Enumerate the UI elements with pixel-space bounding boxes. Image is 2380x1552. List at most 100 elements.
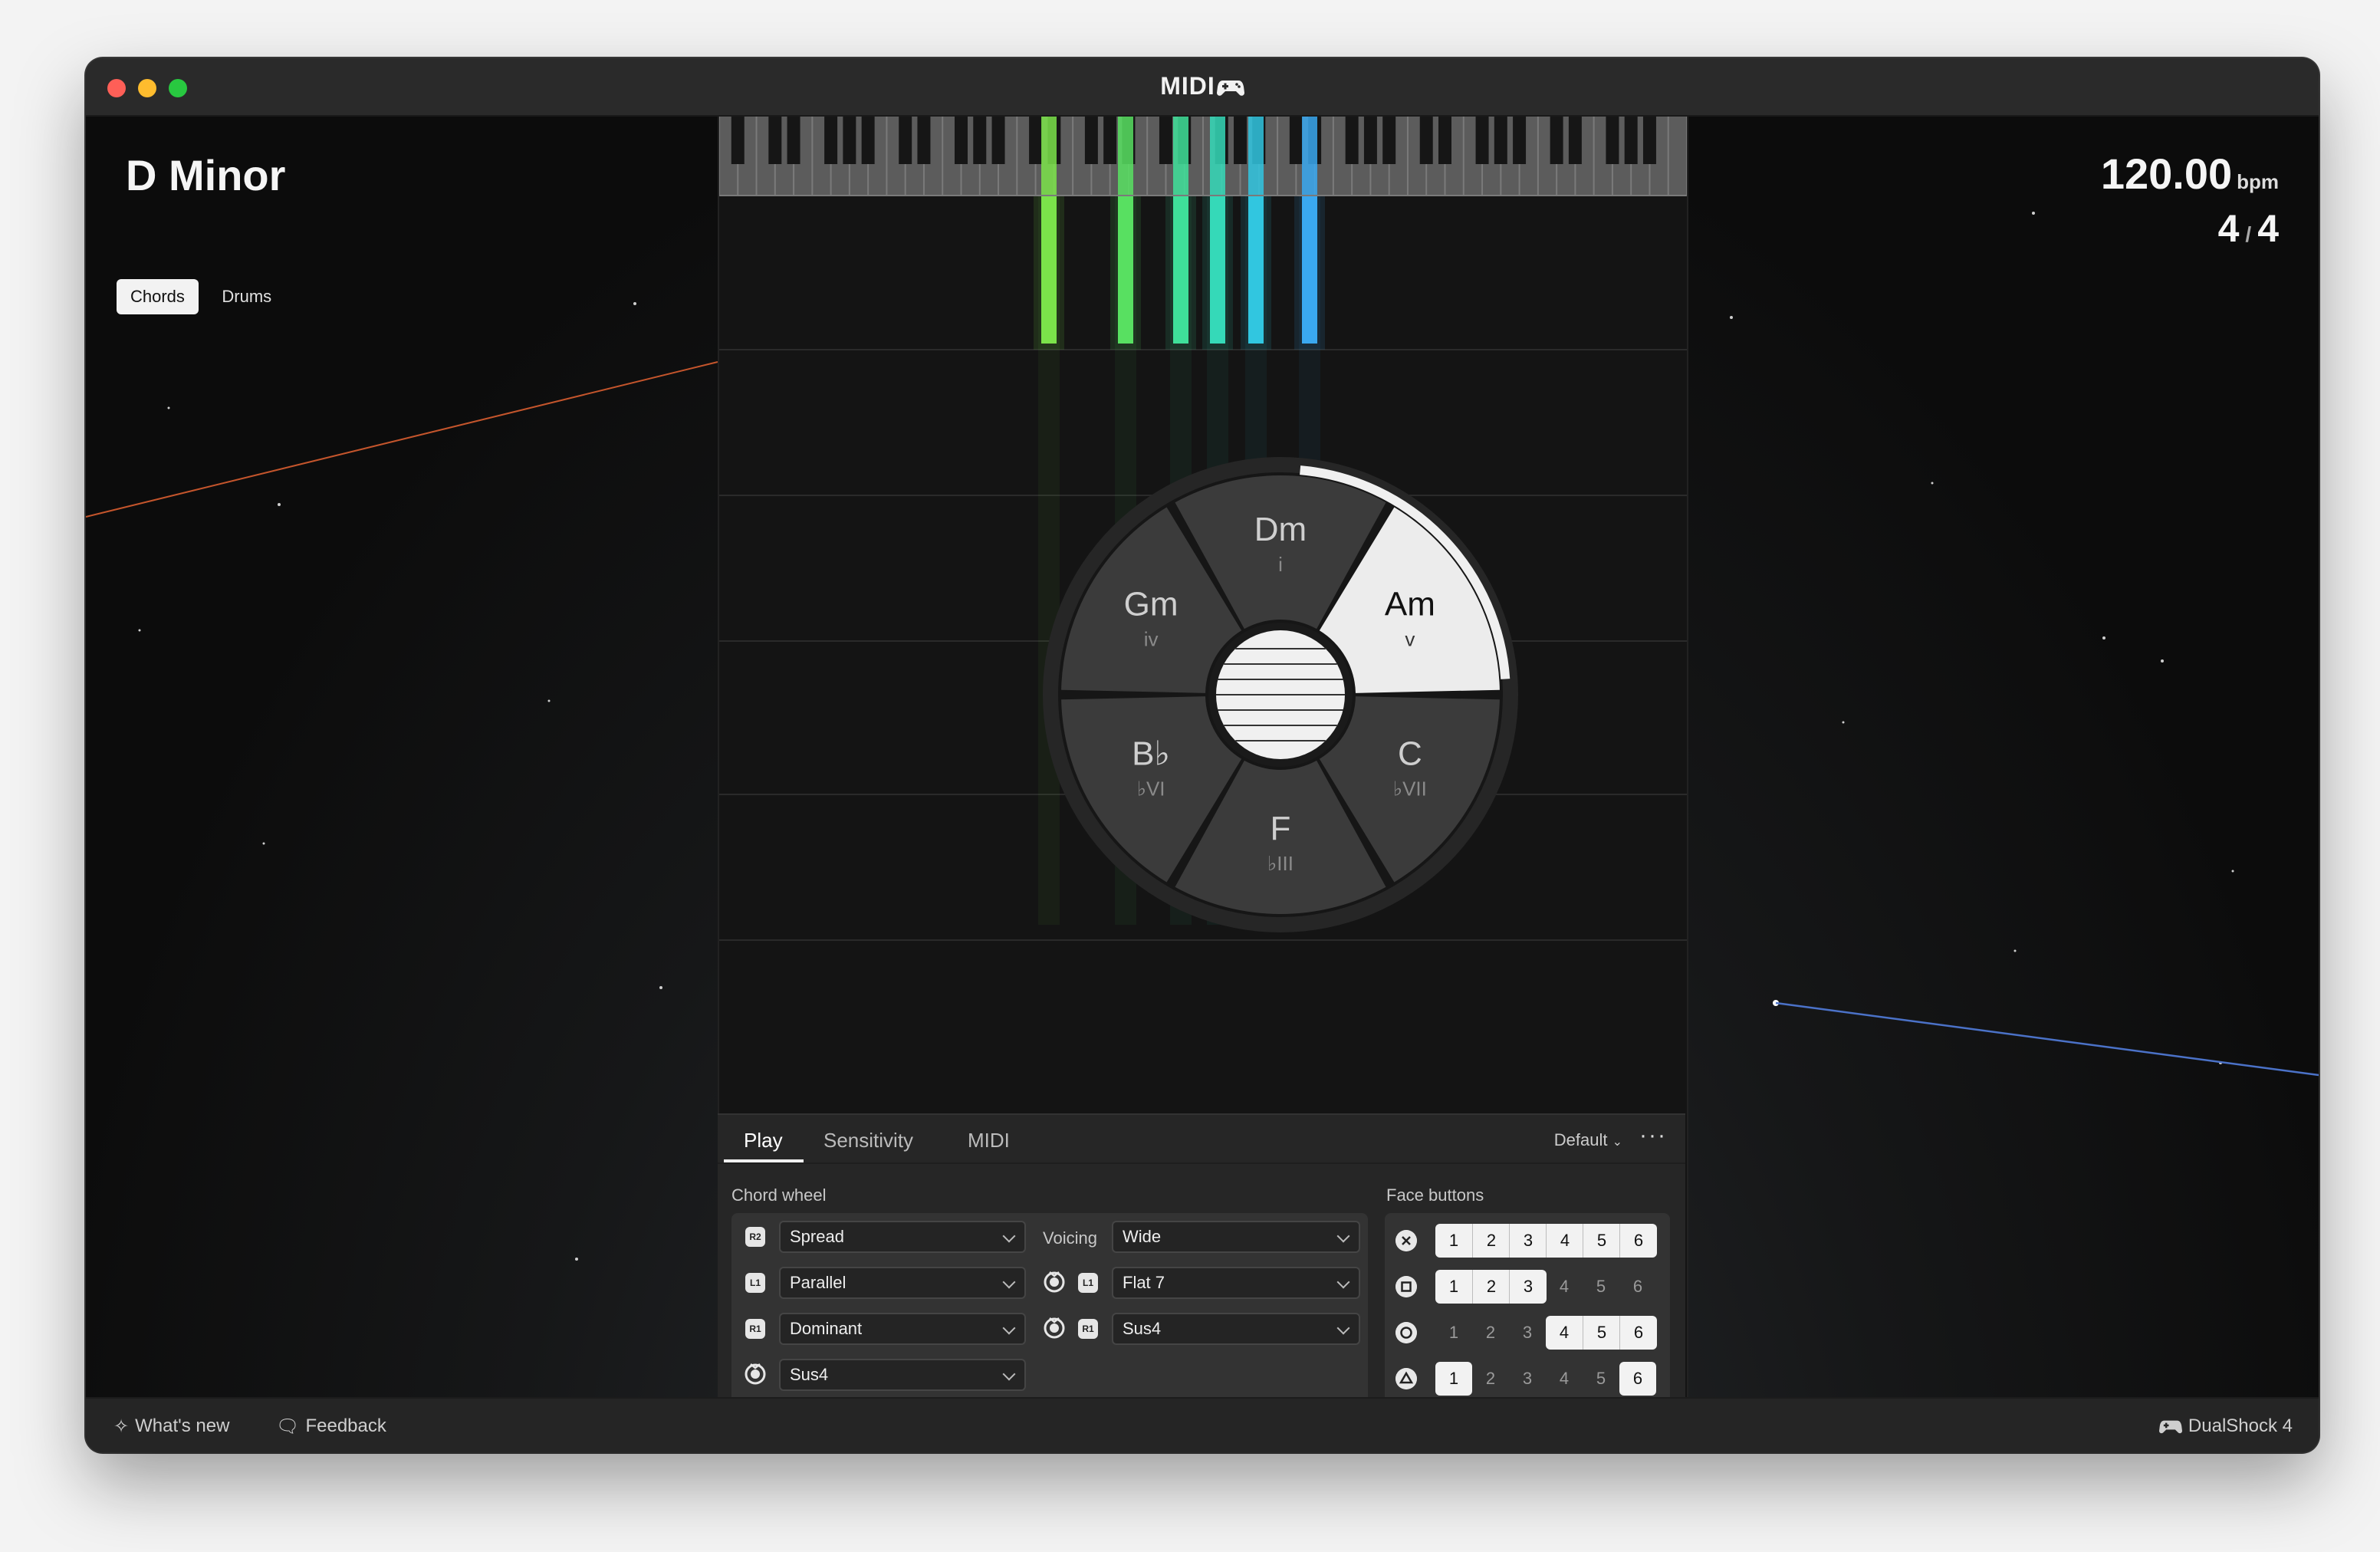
triangle-button-segments: 123456 (1435, 1362, 1658, 1396)
face-button-cell[interactable]: 3 (1509, 1362, 1546, 1396)
face-button-cell[interactable]: 6 (1619, 1224, 1657, 1258)
face-button-cell[interactable]: 1 (1435, 1316, 1472, 1350)
note-bar (1118, 196, 1133, 344)
face-button-cell[interactable]: 2 (1472, 1316, 1509, 1350)
stick-r1-select[interactable]: Sus4 (1112, 1313, 1360, 1345)
face-button-cell[interactable]: 4 (1546, 1316, 1583, 1350)
square-button-segments: 123456 (1435, 1270, 1658, 1304)
r2-mode-select[interactable]: Spread (779, 1221, 1026, 1253)
black-key (1382, 117, 1396, 164)
face-button-cell[interactable]: 4 (1546, 1224, 1583, 1258)
stick-l1-select[interactable]: Flat 7 (1112, 1267, 1360, 1299)
tab-play[interactable]: Play (744, 1129, 783, 1152)
chord-degree: ♭VI (1137, 778, 1165, 801)
face-button-cell[interactable]: 3 (1509, 1270, 1547, 1304)
active-key (1173, 117, 1188, 195)
face-button-cell[interactable]: 3 (1509, 1316, 1546, 1350)
voicing-select[interactable]: Wide (1112, 1221, 1360, 1253)
face-button-cell[interactable]: 1 (1435, 1224, 1472, 1258)
key-title: D Minor (126, 151, 286, 199)
note-bar (1173, 196, 1188, 344)
app-title-text: MIDI (1160, 72, 1215, 100)
face-button-cell[interactable]: 6 (1619, 1270, 1656, 1304)
face-button-cell[interactable]: 2 (1472, 1224, 1510, 1258)
black-key (1475, 117, 1489, 164)
black-key (787, 117, 800, 164)
black-key (1234, 117, 1248, 164)
app-title: MIDI (86, 72, 2319, 100)
r1-mode-select[interactable]: Dominant (779, 1313, 1026, 1345)
settings-panel: Play Sensitivity MIDI Default ⌄ ··· Chor… (718, 1113, 1685, 1416)
chevron-down-icon (1002, 1275, 1016, 1289)
black-key (1494, 117, 1507, 164)
active-key (1248, 117, 1264, 195)
active-key (1041, 117, 1057, 195)
black-key (1606, 117, 1619, 164)
circle-button-icon (1395, 1322, 1417, 1343)
preset-label: Default (1553, 1130, 1608, 1149)
mode-tab-drums[interactable]: Drums (208, 279, 285, 314)
black-key (768, 117, 782, 164)
gamepad-icon (1216, 80, 1244, 96)
black-key (1159, 117, 1172, 164)
chevron-down-icon (1002, 1321, 1016, 1335)
black-key (1084, 117, 1098, 164)
active-tab-indicator (724, 1159, 804, 1162)
face-button-cell[interactable]: 4 (1546, 1362, 1583, 1396)
chevron-down-icon (1336, 1275, 1350, 1289)
black-key (843, 117, 856, 164)
chord-name: B♭ (1132, 735, 1170, 773)
face-button-cell[interactable]: 5 (1583, 1224, 1620, 1258)
time-signature-slash: / (2245, 222, 2252, 246)
face-button-cell[interactable]: 3 (1509, 1224, 1547, 1258)
settings-tabs: Play Sensitivity MIDI Default ⌄ ··· (718, 1115, 1685, 1164)
whats-new-link[interactable]: ✧ What's new (113, 1416, 229, 1438)
note-bar (1210, 196, 1225, 344)
face-button-cell[interactable]: 2 (1472, 1270, 1510, 1304)
stick-mode-select[interactable]: Sus4 (779, 1359, 1026, 1391)
black-key (1642, 117, 1656, 164)
face-button-cell[interactable]: 4 (1546, 1270, 1583, 1304)
r1-mode-value: Dominant (790, 1319, 863, 1338)
controller-name: DualShock 4 (2188, 1416, 2293, 1436)
face-button-cell[interactable]: 5 (1583, 1362, 1619, 1396)
mode-tab-chords[interactable]: Chords (117, 279, 199, 314)
preset-dropdown[interactable]: Default ⌄ (1554, 1130, 1622, 1150)
square-button-icon (1395, 1276, 1417, 1297)
stick-l1-value: Flat 7 (1123, 1273, 1165, 1292)
speech-bubble-icon: 🗨 (276, 1416, 300, 1438)
controller-status[interactable]: DualShock 4 (2158, 1416, 2293, 1437)
footer-bar: ✧ What's new 🗨 Feedback DualShock 4 (86, 1397, 2319, 1452)
chord-degree: ♭III (1267, 852, 1294, 875)
face-button-cell[interactable]: 5 (1583, 1270, 1619, 1304)
active-key (1118, 117, 1133, 195)
black-key (1029, 117, 1043, 164)
black-key (1289, 117, 1303, 164)
face-button-cell[interactable]: 6 (1619, 1316, 1657, 1350)
chord-name: Gm (1124, 586, 1178, 623)
tab-sensitivity[interactable]: Sensitivity (823, 1129, 913, 1152)
face-button-cell[interactable]: 1 (1435, 1362, 1472, 1396)
l1-mode-select[interactable]: Parallel (779, 1267, 1026, 1299)
r1-badge-icon: R1 (745, 1319, 765, 1339)
bpm-value[interactable]: 120.00 (2101, 150, 2232, 198)
time-signature[interactable]: 4/4 (2101, 206, 2279, 251)
chevron-down-icon (1002, 1367, 1016, 1381)
ellipsis-icon[interactable]: ··· (1639, 1123, 1667, 1149)
tab-midi[interactable]: MIDI (968, 1129, 1010, 1152)
title-bar: MIDI (86, 58, 2319, 117)
chevron-down-icon (1336, 1321, 1350, 1335)
stick-press-icon (1044, 1271, 1065, 1293)
face-button-cell[interactable]: 1 (1435, 1270, 1472, 1304)
feedback-link[interactable]: 🗨 Feedback (276, 1416, 386, 1438)
note-bar (1248, 196, 1264, 344)
cross-button-segments: 123456 (1435, 1224, 1658, 1258)
piano-keyboard (719, 117, 1687, 196)
app-window: MIDI D Minor Chords Drums 120.00 bpm 4 /… (86, 58, 2319, 1452)
chord-degree: ♭VII (1393, 778, 1427, 801)
face-button-cell[interactable]: 2 (1472, 1362, 1509, 1396)
sparkle-icon: ✧ (113, 1416, 130, 1438)
face-button-cell[interactable]: 6 (1619, 1362, 1656, 1396)
voicing-label: Voicing (1043, 1228, 1097, 1248)
face-button-cell[interactable]: 5 (1583, 1316, 1620, 1350)
